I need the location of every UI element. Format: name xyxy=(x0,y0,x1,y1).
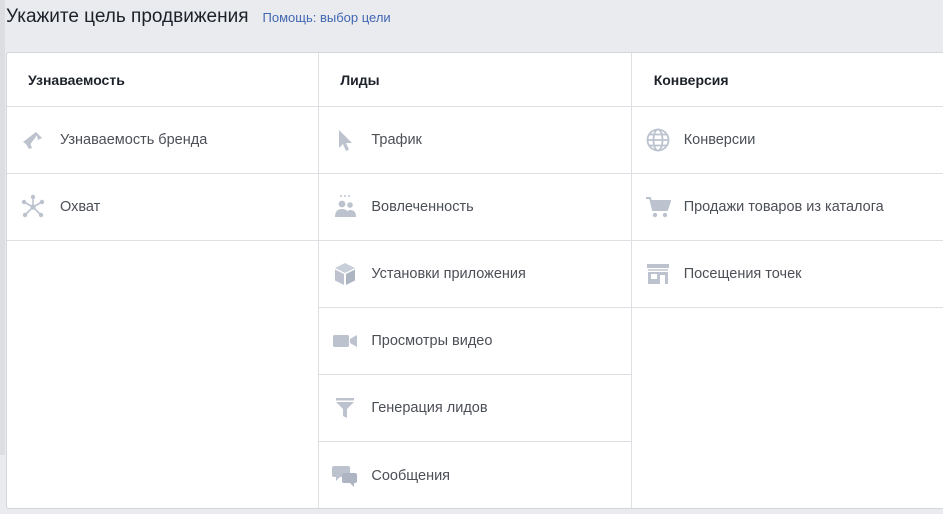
column-header-awareness: Узнаваемость xyxy=(7,53,319,107)
objective-traffic[interactable]: Трафик xyxy=(319,107,631,174)
left-edge-strip xyxy=(0,0,5,455)
objective-label: Продажи товаров из каталога xyxy=(683,199,884,215)
objective-label: Посещения точек xyxy=(683,266,802,282)
column-awareness: Узнаваемость Узнаваемость бренда Охват xyxy=(7,53,319,508)
objective-messages[interactable]: Сообщения xyxy=(319,442,630,508)
objective-label: Генерация лидов xyxy=(371,400,488,416)
objective-label: Просмотры видео xyxy=(371,333,493,349)
megaphone-icon xyxy=(20,127,46,153)
help-link[interactable]: Помощь: выбор цели xyxy=(263,10,391,25)
objective-store-visits[interactable]: Посещения точек xyxy=(631,241,943,308)
objective-label: Охват xyxy=(60,199,101,215)
objective-reach[interactable]: Охват xyxy=(7,174,319,241)
column-conversion: Конверсия Конверсии Продажи товаров из к… xyxy=(630,53,943,508)
page-title: Укажите цель продвижения xyxy=(6,6,249,27)
objective-label: Узнаваемость бренда xyxy=(60,132,208,148)
shopping-cart-icon xyxy=(645,194,671,220)
globe-icon xyxy=(645,127,671,153)
objective-lead-generation[interactable]: Генерация лидов xyxy=(319,375,631,442)
column-header-conversion: Конверсия xyxy=(631,53,943,107)
people-icon xyxy=(332,194,358,220)
funnel-icon xyxy=(332,395,358,421)
objective-label: Сообщения xyxy=(371,467,451,484)
objectives-panel: Узнаваемость Узнаваемость бренда Охват Л… xyxy=(6,52,943,509)
chat-bubbles-icon xyxy=(332,463,358,489)
objective-catalog-sales[interactable]: Продажи товаров из каталога xyxy=(631,174,943,241)
storefront-icon xyxy=(645,261,671,287)
objective-label: Установки приложения xyxy=(371,266,526,282)
objective-label: Трафик xyxy=(371,132,422,148)
objective-brand-awareness[interactable]: Узнаваемость бренда xyxy=(7,107,319,174)
objective-video-views[interactable]: Просмотры видео xyxy=(319,308,631,375)
reach-icon xyxy=(20,194,46,220)
objective-app-installs[interactable]: Установки приложения xyxy=(319,241,631,308)
column-leads: Лиды Трафик Вовлеченность Установки прил… xyxy=(318,53,631,508)
objective-label: Вовлеченность xyxy=(371,199,474,215)
objective-engagement[interactable]: Вовлеченность xyxy=(319,174,631,241)
column-header-leads: Лиды xyxy=(319,53,631,107)
cursor-icon xyxy=(332,127,358,153)
objective-label: Конверсии xyxy=(683,132,756,148)
cube-icon xyxy=(332,261,358,287)
video-camera-icon xyxy=(332,328,358,354)
objective-conversions[interactable]: Конверсии xyxy=(631,107,943,174)
page-header: Укажите цель продвижения Помощь: выбор ц… xyxy=(6,6,391,34)
